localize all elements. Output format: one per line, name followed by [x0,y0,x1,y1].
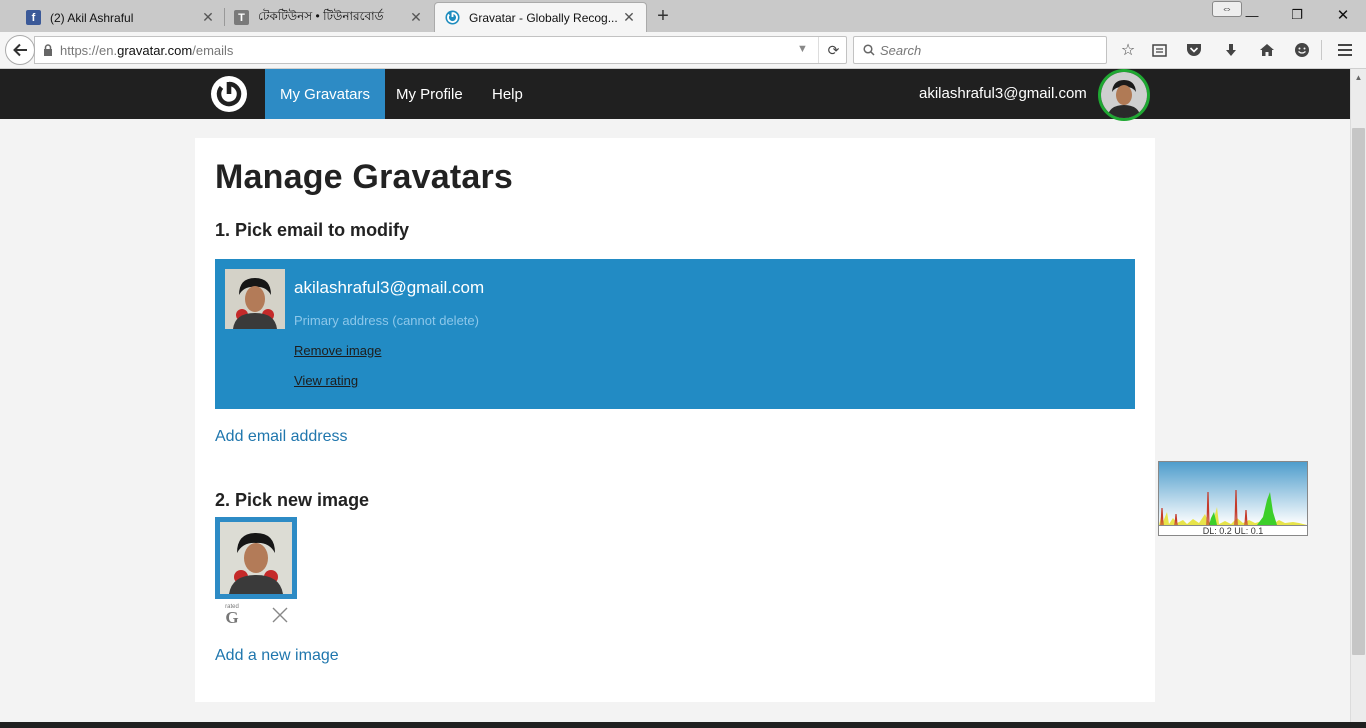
back-button[interactable] [5,35,35,65]
gravatar-logo-icon[interactable] [210,75,248,113]
close-tab-icon[interactable]: ✕ [200,9,216,25]
step2-heading: 2. Pick new image [215,490,370,510]
tab-title: (2) Akil Ashraful [50,10,134,25]
network-traffic-graph [1159,462,1307,526]
techtunes-icon: T [234,10,249,25]
tab-title: টেকটিউনস • টিউনারবোর্ড [258,8,384,23]
nav-my-gravatars[interactable]: My Gravatars [265,69,386,119]
rating-g-badge[interactable]: rated G [223,604,241,626]
user-avatar[interactable] [1098,69,1150,121]
email-avatar-thumbnail [225,269,285,329]
bookmarks-list-icon[interactable] [1149,40,1169,60]
scroll-thumb[interactable] [1352,128,1365,655]
hello-chat-icon[interactable] [1292,40,1312,60]
hamburger-menu-icon[interactable] [1335,40,1355,60]
page-scrollbar[interactable]: ▲ [1350,69,1366,722]
page-title: Manage Gravatars [215,158,514,196]
lock-icon [44,44,52,56]
pocket-icon[interactable] [1184,40,1204,60]
search-placeholder: Search [880,43,922,58]
close-tab-icon[interactable]: ✕ [408,9,424,25]
header-user-email[interactable]: akilashraful3@gmail.com [919,85,1087,102]
nav-help[interactable]: Help [477,69,538,119]
tab-facebook[interactable]: f (2) Akil Ashraful ✕ [26,3,216,32]
search-icon [863,44,875,56]
gravatar-icon [445,10,460,25]
tab-gravatar-active[interactable]: Gravatar - Globally Recog... ✕ [434,2,647,32]
add-email-address-link[interactable]: Add email address [215,428,348,446]
nav-my-profile[interactable]: My Profile [381,69,478,119]
url-bar[interactable]: https://en.gravatar.com/emails ▼ ⟳ [34,36,847,64]
minimize-button[interactable]: — [1237,4,1267,26]
delete-image-icon[interactable] [271,606,289,624]
primary-address-note: Primary address (cannot delete) [294,313,479,328]
add-new-image-link[interactable]: Add a new image [215,647,339,665]
network-monitor-widget: DL: 0.2 UL: 0.1 [1158,461,1308,536]
restore-button[interactable]: ❐ [1282,4,1312,26]
close-tab-icon[interactable]: ✕ [621,9,637,25]
tab-title: Gravatar - Globally Recog... [469,10,618,25]
scroll-up-arrow-icon[interactable]: ▲ [1351,71,1366,83]
view-rating-link[interactable]: View rating [294,373,358,388]
download-icon[interactable] [1221,40,1241,60]
network-stats-text: DL: 0.2 UL: 0.1 [1159,525,1307,536]
email-address: akilashraful3@gmail.com [294,278,485,297]
step1-heading: 1. Pick email to modify [215,220,410,240]
browser-navbar: https://en.gravatar.com/emails ▼ ⟳ Searc… [0,32,1366,69]
page-bottom-bar [0,722,1366,728]
url-text[interactable]: https://en.gravatar.com/emails [60,43,233,58]
tab-techtunes[interactable]: T টেকটিউনস • টিউনারবোর্ড ✕ [234,3,424,32]
url-dropdown-icon[interactable]: ▼ [797,43,808,55]
bookmark-star-icon[interactable]: ☆ [1118,40,1138,60]
email-entry-selected[interactable]: akilashraful3@gmail.com Primary address … [215,259,1135,409]
reload-icon[interactable]: ⟳ [818,37,848,63]
facebook-icon: f [26,10,41,25]
remove-image-link[interactable]: Remove image [294,343,381,358]
home-icon[interactable] [1257,40,1277,60]
search-bar[interactable]: Search [853,36,1107,64]
browser-tab-bar: f (2) Akil Ashraful ✕ T টেকটিউনস • টিউনা… [0,0,1366,32]
image-tile-selected[interactable] [215,517,297,599]
gravatar-image [220,522,292,594]
back-arrow-icon [13,43,27,57]
manage-gravatars-card: Manage Gravatars 1. Pick email to modify… [195,138,1155,702]
new-tab-button[interactable]: + [652,5,674,27]
close-window-button[interactable]: ✕ [1328,4,1358,26]
